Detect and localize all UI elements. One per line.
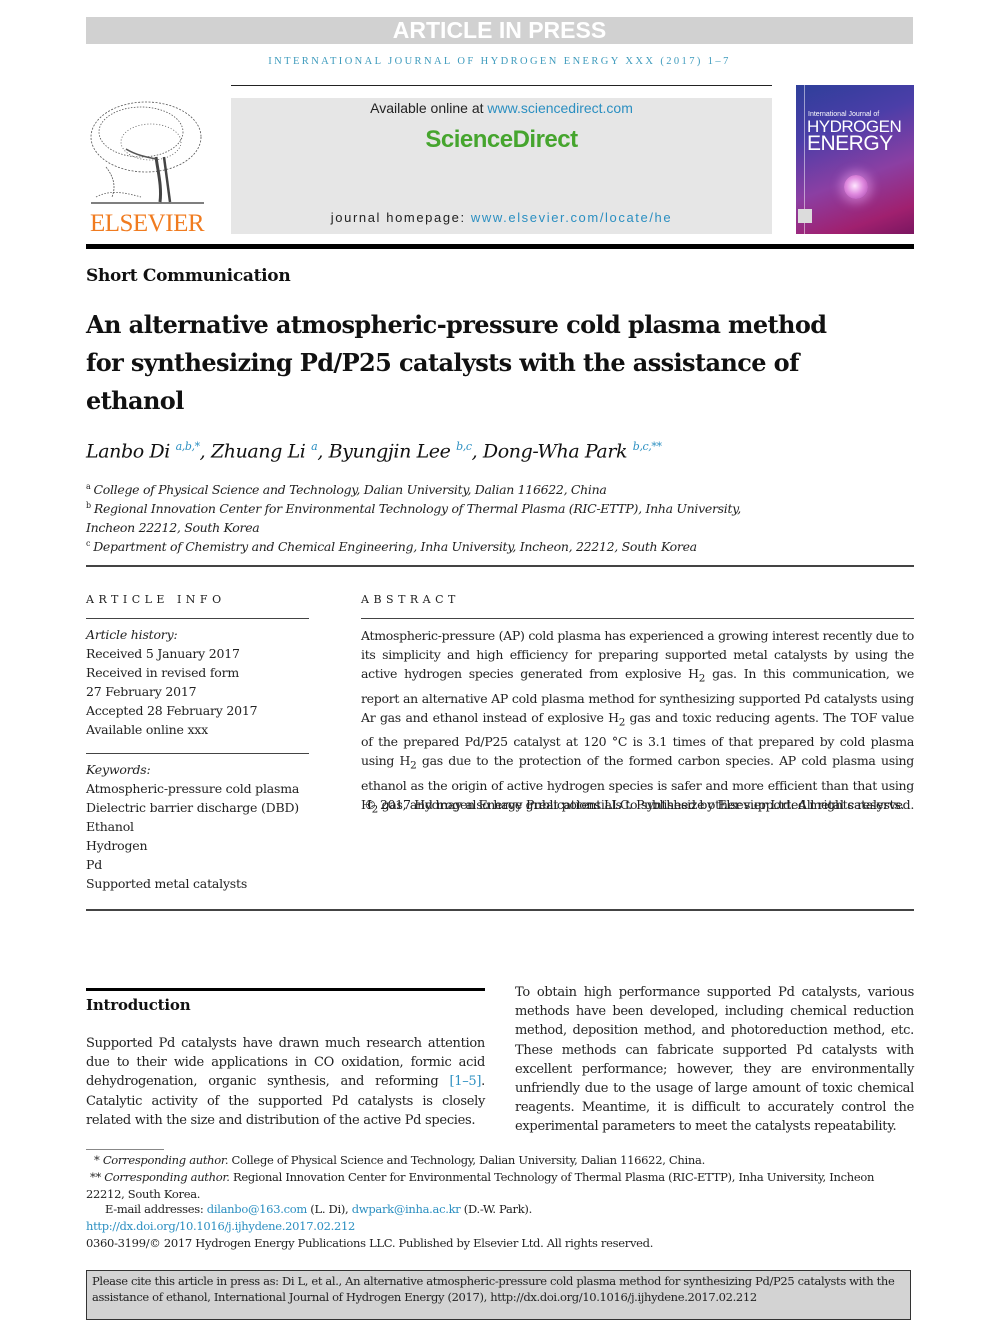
footnote-corresponding-2: ** Corresponding author. Regional Innova…: [86, 1169, 914, 1203]
cover-ijhe-logo: [798, 209, 812, 223]
footnote-label: Corresponding author.: [102, 1153, 229, 1167]
email-link[interactable]: dwpark@inha.ac.kr: [352, 1202, 461, 1216]
reference-link[interactable]: [1–5]: [449, 1074, 481, 1089]
history-item: Received in revised form: [86, 665, 240, 680]
doi-link[interactable]: http://dx.doi.org/10.1016/j.ijhydene.201…: [86, 1219, 355, 1233]
paragraph-text: Supported Pd catalysts have drawn much r…: [86, 1036, 485, 1090]
column2-paragraph: To obtain high performance supported Pd …: [515, 985, 914, 1135]
history-item: 27 February 2017: [86, 684, 197, 699]
affiliation-c: c Department of Chemistry and Chemical En…: [86, 534, 846, 556]
footnote-rule: [86, 1149, 164, 1150]
keywords-rule: [86, 753, 309, 754]
author-affiliation-marks[interactable]: b,c,**: [633, 440, 662, 453]
keyword: Pd: [86, 857, 103, 872]
author-name[interactable]: Dong-Wha Park: [483, 440, 628, 462]
affiliation-text: Department of Chemistry and Chemical Eng…: [93, 539, 697, 555]
history-item: Accepted 28 February 2017: [86, 703, 258, 718]
available-online-line: Available online at www.sciencedirect.co…: [231, 100, 772, 116]
footnote-mark: **: [90, 1170, 101, 1184]
affiliation-label: b: [86, 501, 91, 510]
section-rule: [86, 988, 485, 991]
section-heading-introduction: Introduction: [86, 996, 191, 1014]
affiliation-b: b Regional Innovation Center for Environm…: [86, 496, 786, 537]
keyword: Atmospheric-pressure cold plasma: [86, 781, 300, 796]
author-list: Lanbo Di a,b,*, Zhuang Li a, Byungjin Le…: [86, 440, 662, 463]
author-affiliation-marks[interactable]: a: [311, 440, 318, 453]
affiliation-text: Regional Innovation Center for Environme…: [86, 501, 741, 536]
sciencedirect-logo: ScienceDirect: [425, 126, 578, 153]
email-owner: (L. Di),: [306, 1202, 352, 1216]
footnote-doi: http://dx.doi.org/10.1016/j.ijhydene.201…: [86, 1218, 914, 1235]
footnote-mark: *: [94, 1153, 100, 1167]
citation-box: Please cite this article in press as: Di…: [86, 1270, 911, 1320]
masthead-bottom-rule: [86, 244, 914, 249]
elsevier-wordmark: ELSEVIER: [89, 210, 205, 237]
email-label: E-mail addresses:: [105, 1202, 207, 1216]
author-name[interactable]: Zhuang Li: [211, 440, 306, 462]
history-item: Received 5 January 2017: [86, 646, 240, 661]
history-item: Available online xxx: [86, 722, 208, 737]
cover-orb-graphic: [844, 175, 868, 199]
cover-title-line3: ENERGY: [807, 132, 893, 155]
article-type: Short Communication: [86, 266, 291, 286]
header-divider: [86, 565, 914, 567]
affiliation-label: c: [86, 539, 91, 548]
affiliation-label: a: [86, 482, 91, 491]
keyword: Hydrogen: [86, 838, 148, 853]
journal-homepage-line: journal homepage: www.elsevier.com/locat…: [231, 210, 772, 225]
keyword: Supported metal catalysts: [86, 876, 248, 891]
email-link[interactable]: dilanbo@163.com: [207, 1202, 307, 1216]
author-name[interactable]: Lanbo Di: [86, 440, 170, 462]
intro-paragraph: Supported Pd catalysts have drawn much r…: [86, 1034, 485, 1130]
keywords-label: Keywords:: [86, 762, 151, 777]
abstract-heading: ABSTRACT: [361, 593, 460, 606]
masthead-top-rule: [231, 85, 772, 86]
footnote-label: Corresponding author.: [104, 1170, 230, 1184]
journal-homepage-link[interactable]: www.elsevier.com/locate/he: [471, 210, 672, 225]
keyword: Dielectric barrier discharge (DBD): [86, 800, 299, 815]
author-affiliation-marks[interactable]: a,b,*: [176, 440, 200, 453]
journal-cover-image: International Journal of HYDROGEN ENERGY: [796, 85, 914, 234]
abstract-rule: [361, 618, 914, 619]
affiliation-text: College of Physical Science and Technolo…: [93, 482, 607, 498]
article-info-heading: ARTICLE INFO: [86, 593, 226, 606]
front-matter-end-rule: [86, 909, 914, 911]
history-label: Article history:: [86, 627, 178, 642]
tree-icon: [90, 101, 204, 204]
footnote-corresponding-1: * Corresponding author. College of Physi…: [86, 1152, 922, 1169]
abstract-text: Atmospheric-pressure (AP) cold plasma ha…: [361, 626, 914, 819]
author-affiliation-marks[interactable]: b,c: [456, 440, 472, 453]
article-info-rule: [86, 618, 309, 619]
footnote-emails: E-mail addresses: dilanbo@163.com (L. Di…: [86, 1201, 933, 1218]
article-in-press-banner: ARTICLE IN PRESS: [86, 17, 913, 44]
article-title: An alternative atmospheric-pressure cold…: [86, 310, 827, 415]
abstract-copyright: © 2017 Hydrogen Energy Publications LLC.…: [364, 797, 914, 812]
homepage-label: journal homepage:: [330, 210, 471, 225]
keyword: Ethanol: [86, 819, 134, 834]
author-name[interactable]: Byungjin Lee: [329, 440, 451, 462]
footnote-text: College of Physical Science and Technolo…: [228, 1153, 706, 1167]
footnote-issn: 0360-3199/© 2017 Hydrogen Energy Publica…: [86, 1236, 654, 1250]
available-online-label: Available online at: [370, 100, 488, 116]
journal-running-header: INTERNATIONAL JOURNAL OF HYDROGEN ENERGY…: [268, 56, 731, 67]
email-owner: (D.-W. Park).: [460, 1202, 532, 1216]
sciencedirect-link[interactable]: www.sciencedirect.com: [487, 100, 633, 116]
